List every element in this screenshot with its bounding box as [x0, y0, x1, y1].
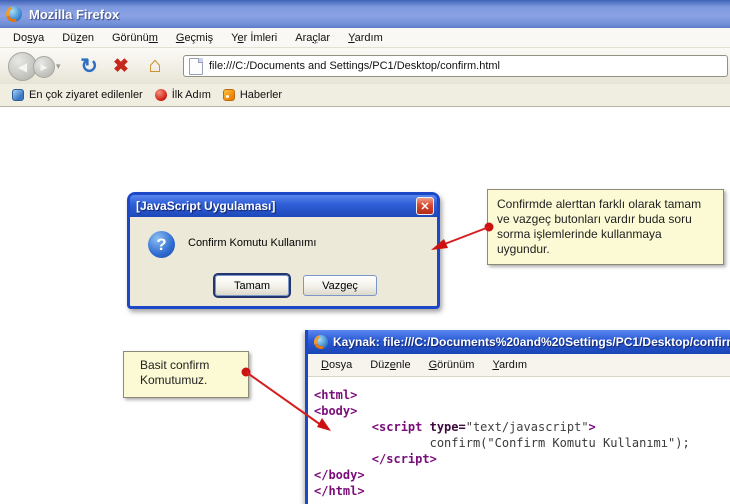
annotation-note-confirm-explanation: Confirmde alerttan farklı olarak tamam v…	[487, 189, 724, 265]
dialog-message: Confirm Komutu Kullanımı	[188, 237, 316, 249]
menu-yer-imleri[interactable]: Yer İmleri	[222, 30, 286, 46]
bookmark-ilk-adim[interactable]: İlk Adım	[149, 87, 217, 103]
cancel-button[interactable]: Vazgeç	[303, 275, 377, 296]
most-visited-icon	[12, 89, 24, 101]
source-code-line: confirm("Confirm Komutu Kullanımı");	[314, 435, 726, 451]
firefox-menubar: Dosya Düzen Görünüm Geçmiş Yer İmleri Ar…	[0, 28, 730, 48]
javascript-confirm-dialog: [JavaScript Uygulaması] ✕ ? Confirm Komu…	[127, 192, 440, 309]
close-icon[interactable]: ✕	[416, 197, 434, 215]
menu-gecmis[interactable]: Geçmiş	[167, 30, 222, 46]
source-code-line: <script type="text/javascript">	[314, 419, 726, 435]
source-menu-duzenle[interactable]: Düzenle	[361, 357, 419, 373]
bookmark-most-visited[interactable]: En çok ziyaret edilenler	[6, 87, 149, 103]
window-title: Mozilla Firefox	[29, 7, 119, 22]
rss-feed-icon	[223, 89, 235, 101]
annotation-note-basic-confirm: Basit confirm Komutumuz.	[123, 351, 249, 398]
menu-yardim[interactable]: Yardım	[339, 30, 392, 46]
firefox-logo-icon	[6, 6, 22, 22]
source-code-line: <body>	[314, 403, 726, 419]
source-code-line: </script>	[314, 451, 726, 467]
source-code-line: </html>	[314, 483, 726, 499]
getting-started-icon	[155, 89, 167, 101]
bookmark-label: Haberler	[240, 89, 282, 101]
history-dropdown-icon[interactable]: ▾	[56, 61, 61, 72]
bookmark-haberler[interactable]: Haberler	[217, 87, 288, 103]
page-favicon-icon	[189, 58, 203, 75]
menu-araclar[interactable]: Araçlar	[286, 30, 339, 46]
screenshot-root: Mozilla Firefox Dosya Düzen Görünüm Geçm…	[0, 0, 730, 504]
source-menu-dosya[interactable]: Dosya	[312, 357, 361, 373]
forward-button[interactable]: ▶	[33, 56, 55, 78]
bookmarks-toolbar: En çok ziyaret edilenler İlk Adım Haberl…	[0, 84, 730, 107]
dialog-titlebar[interactable]: [JavaScript Uygulaması] ✕	[130, 195, 437, 217]
menu-dosya[interactable]: Dosya	[4, 30, 53, 46]
source-menubar: Dosya Düzenle Görünüm Yardım	[308, 354, 730, 377]
address-input[interactable]	[209, 60, 727, 72]
source-window-title: Kaynak: file:///C:/Documents%20and%20Set…	[333, 335, 730, 349]
stop-icon[interactable]: ✖	[108, 53, 134, 79]
dialog-title: [JavaScript Uygulaması]	[136, 199, 275, 213]
firefox-titlebar: Mozilla Firefox	[0, 0, 730, 28]
menu-duzen[interactable]: Düzen	[53, 30, 103, 46]
source-code-view: <html><body> <script type="text/javascri…	[308, 377, 730, 503]
source-code-line: <html>	[314, 387, 726, 403]
question-mark-icon: ?	[148, 231, 175, 258]
source-menu-yardim[interactable]: Yardım	[483, 357, 536, 373]
source-menu-gorunum[interactable]: Görünüm	[420, 357, 484, 373]
source-titlebar[interactable]: Kaynak: file:///C:/Documents%20and%20Set…	[308, 330, 730, 354]
ok-button[interactable]: Tamam	[215, 275, 289, 296]
view-source-window: Kaynak: file:///C:/Documents%20and%20Set…	[305, 330, 730, 504]
bookmark-label: İlk Adım	[172, 89, 211, 101]
source-code-line: </body>	[314, 467, 726, 483]
home-icon[interactable]: ⌂	[142, 52, 168, 78]
address-bar[interactable]	[183, 55, 728, 77]
reload-icon[interactable]: ↻	[76, 53, 102, 79]
bookmark-label: En çok ziyaret edilenler	[29, 89, 143, 101]
firefox-logo-icon	[314, 335, 328, 349]
menu-gorunum[interactable]: Görünüm	[103, 30, 167, 46]
